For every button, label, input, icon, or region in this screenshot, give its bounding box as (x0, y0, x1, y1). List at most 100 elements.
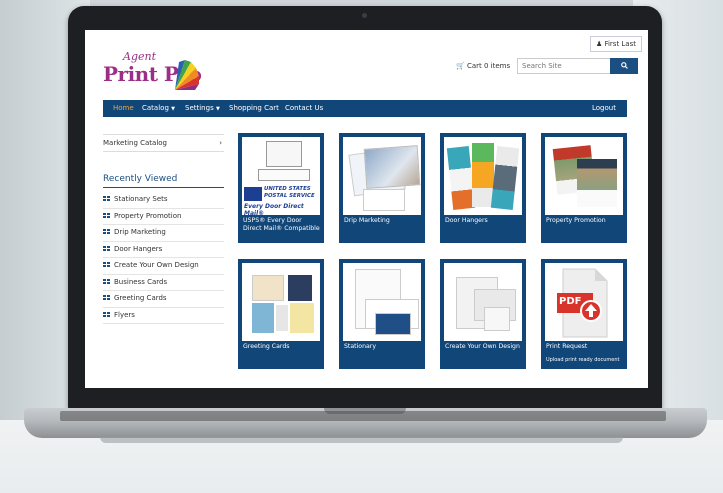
recent-item-label: Drip Marketing (114, 228, 166, 236)
tile-sublabel: Upload print ready document (546, 357, 620, 363)
grid-icon (103, 229, 110, 234)
grid-icon (103, 196, 110, 201)
postal-indicia-box (266, 141, 302, 167)
caret-down-icon: ▼ (215, 106, 220, 112)
recent-item-property-promotion[interactable]: Property Promotion (103, 209, 224, 225)
search-button[interactable] (610, 58, 638, 74)
card-5 (290, 303, 314, 333)
marketing-catalog-link[interactable]: Marketing Catalog › (103, 134, 224, 152)
search-icon (620, 62, 628, 69)
usps-logo: UNITED STATES POSTAL SERVICE Every Door … (244, 185, 318, 215)
grid-icon (103, 262, 110, 267)
tile-label: Greeting Cards (243, 343, 290, 350)
recent-item-label: Business Cards (114, 277, 168, 286)
tile-stationary[interactable]: Stationary (339, 259, 425, 369)
grid-icon (103, 311, 110, 317)
recent-item-greeting-cards[interactable]: Greeting Cards (103, 291, 224, 308)
nav-logout[interactable]: Logout (592, 100, 616, 117)
nav-shopping-cart[interactable]: Shopping Cart (229, 100, 279, 117)
grid-icon (103, 245, 110, 251)
keyboard-edge (60, 411, 666, 421)
user-menu-button[interactable]: ♟ First Last (589, 36, 642, 52)
card-1 (252, 275, 284, 301)
top-bar: ♟ First Last (85, 34, 648, 52)
eagle-icon (244, 187, 262, 201)
flyer-2 (577, 159, 617, 207)
webcam (362, 13, 367, 18)
recent-item-stationary-sets[interactable]: Stationary Sets (103, 192, 224, 209)
cart-label: Cart 0 items (466, 62, 511, 70)
user-name: First Last (604, 40, 636, 48)
cart-link[interactable]: 🛒 Cart 0 items (456, 62, 510, 70)
tile-label: USPS® Every Door Direct Mail® Compatible (243, 217, 320, 232)
recent-item-label: Property Promotion (114, 211, 182, 220)
card-2 (288, 275, 312, 301)
nav-catalog-label: Catalog (142, 104, 169, 112)
recent-item-create-your-own-design[interactable]: Create Your Own Design (103, 258, 224, 275)
recent-item-flyers[interactable]: Flyers (103, 308, 224, 324)
hanger-1 (446, 146, 476, 210)
laptop-screen: ♟ First Last Agent Print Pro 🛒 Cart 0 it… (85, 30, 648, 388)
recent-item-label: Flyers (114, 310, 135, 319)
tile-label: Door Hangers (445, 217, 488, 224)
tile-label: Print Request (546, 343, 588, 350)
recently-viewed-list: Stationary Sets Property Promotion Drip … (103, 192, 224, 324)
card-4 (276, 305, 288, 331)
tile-door-hangers[interactable]: Door Hangers (440, 133, 526, 243)
grid-icon (103, 278, 110, 284)
hanger-2 (472, 143, 494, 207)
cart-icon: 🛒 (456, 62, 465, 70)
usps-line1: UNITED STATES (264, 186, 311, 192)
grid-icon (103, 295, 110, 300)
logo-fan-icon (175, 60, 199, 90)
postcard-photo (363, 145, 421, 189)
marketing-catalog-label: Marketing Catalog (103, 139, 167, 147)
pdf-label: PDF (559, 296, 582, 307)
main-nav: Home Catalog ▼ Settings ▼ Shopping Cart … (103, 100, 627, 117)
print-request-image: PDF (545, 263, 623, 341)
create-design-image (444, 263, 522, 341)
recently-viewed-title: Recently Viewed (103, 174, 224, 188)
tile-property-promotion[interactable]: Property Promotion (541, 133, 627, 243)
nav-catalog[interactable]: Catalog ▼ (142, 100, 175, 117)
recent-item-drip-marketing[interactable]: Drip Marketing (103, 225, 224, 242)
drip-marketing-image (343, 137, 421, 215)
user-icon: ♟ (595, 40, 603, 48)
usps-eddm-image: UNITED STATES POSTAL SERVICE Every Door … (242, 137, 320, 215)
usps-line3: Every Door Direct Mail® (244, 203, 304, 215)
nav-contact[interactable]: Contact Us (285, 100, 323, 117)
search-input[interactable] (517, 58, 619, 74)
recent-item-label: Greeting Cards (114, 294, 167, 302)
tile-label: Property Promotion (546, 217, 606, 224)
property-promotion-image (545, 137, 623, 215)
tile-greeting-cards[interactable]: Greeting Cards (238, 259, 324, 369)
nav-home[interactable]: Home (113, 100, 134, 117)
laptop-foot (100, 437, 623, 443)
recent-item-business-cards[interactable]: Business Cards (103, 275, 224, 291)
card-3 (252, 303, 274, 333)
sidebar: Marketing Catalog › Recently Viewed Stat… (103, 134, 224, 324)
tile-usps-eddm[interactable]: UNITED STATES POSTAL SERVICE Every Door … (238, 133, 324, 243)
business-card (375, 313, 411, 335)
tile-label: Stationary (344, 343, 376, 350)
caret-down-icon: ▼ (171, 106, 175, 112)
tile-label: Create Your Own Design (445, 343, 520, 350)
hanger-3 (490, 146, 520, 210)
blank-sheet-3 (484, 307, 510, 331)
door-hangers-image (444, 137, 522, 215)
tile-drip-marketing[interactable]: Drip Marketing (339, 133, 425, 243)
recent-item-label: Create Your Own Design (114, 261, 199, 269)
tile-print-request[interactable]: PDF Print Request Upload print ready doc… (541, 259, 627, 369)
site-logo[interactable]: Agent Print Pro (103, 50, 203, 94)
recent-item-label: Door Hangers (114, 244, 163, 253)
tile-label: Drip Marketing (344, 217, 390, 224)
tile-create-your-own-design[interactable]: Create Your Own Design (440, 259, 526, 369)
pdf-file-icon (557, 268, 608, 338)
recent-item-label: Stationary Sets (114, 195, 168, 203)
stationary-image (343, 263, 421, 341)
greeting-cards-image (242, 263, 320, 341)
nav-settings-label: Settings (185, 104, 214, 112)
envelope (363, 189, 405, 211)
nav-settings[interactable]: Settings ▼ (185, 100, 220, 117)
recent-item-door-hangers[interactable]: Door Hangers (103, 242, 224, 258)
